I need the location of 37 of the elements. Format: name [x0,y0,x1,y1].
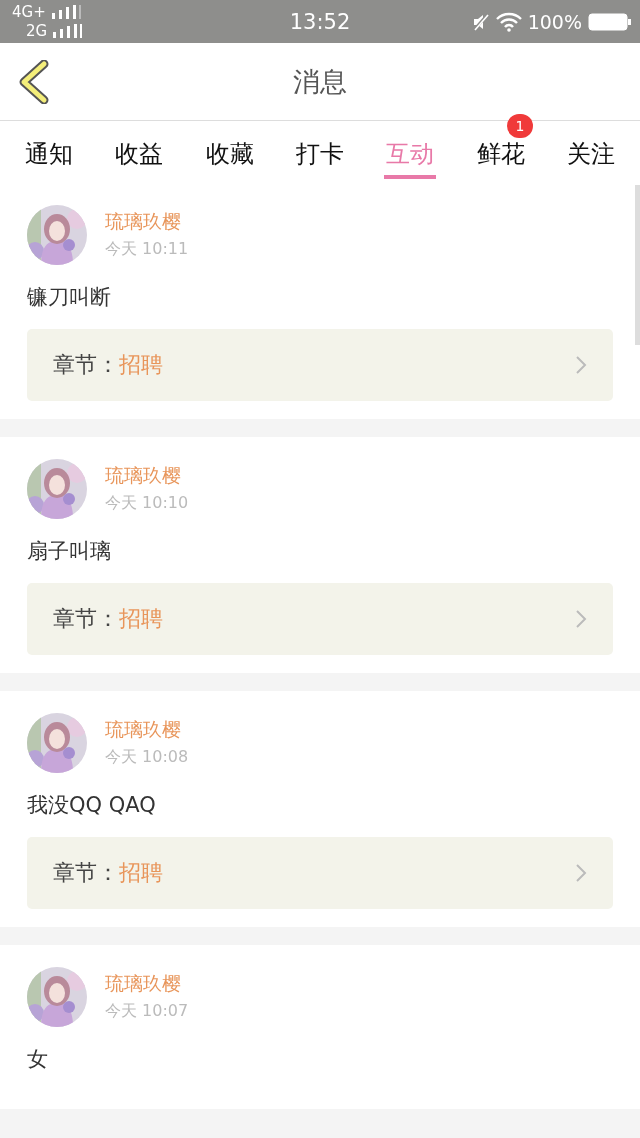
tab[interactable]: 收藏 [203,121,256,179]
chevron-right-icon [575,863,587,883]
tab[interactable]: 收益 [113,121,166,179]
signal-icon [53,24,84,38]
chapter-label: 章节： [53,605,119,633]
chapter-link[interactable]: 章节：招聘 [27,329,613,401]
network-label: 4G+ [12,2,46,22]
chapter-title: 招聘 [119,605,163,633]
count-badge: 1 [506,114,533,138]
tab[interactable]: 打卡 [294,121,346,179]
tab[interactable]: 通知 [23,121,76,179]
chevron-right-icon [575,609,587,629]
message-text: 扇子叫璃 [27,538,112,565]
timestamp: 今天 10:07 [105,1001,189,1022]
battery-icon [588,12,632,31]
chapter-link[interactable]: 章节：招聘 [27,583,613,655]
clock: 13:52 [289,9,351,34]
tab[interactable]: 关注 [564,121,617,179]
timestamp: 今天 10:10 [105,493,189,514]
signal-icon [51,5,82,19]
chapter-title: 招聘 [119,351,163,379]
chevron-right-icon [575,355,587,375]
chapter-title: 招聘 [119,859,163,887]
timestamp: 今天 10:11 [105,239,189,260]
message-text: 女 [27,1046,49,1073]
network-label: 2G [26,21,48,41]
message-text: 我没QQ QAQ [27,792,157,819]
page-title: 消息 [293,64,347,99]
wifi-icon [495,11,522,32]
mute-icon [471,12,490,31]
chapter-label: 章节： [53,351,119,379]
chapter-label: 章节： [53,859,119,887]
chapter-link[interactable]: 章节：招聘 [27,837,613,909]
timestamp: 今天 10:08 [105,747,189,768]
battery-level: 100% [527,10,582,33]
back-icon[interactable] [18,60,50,104]
message-text: 镰刀叫断 [27,284,112,311]
